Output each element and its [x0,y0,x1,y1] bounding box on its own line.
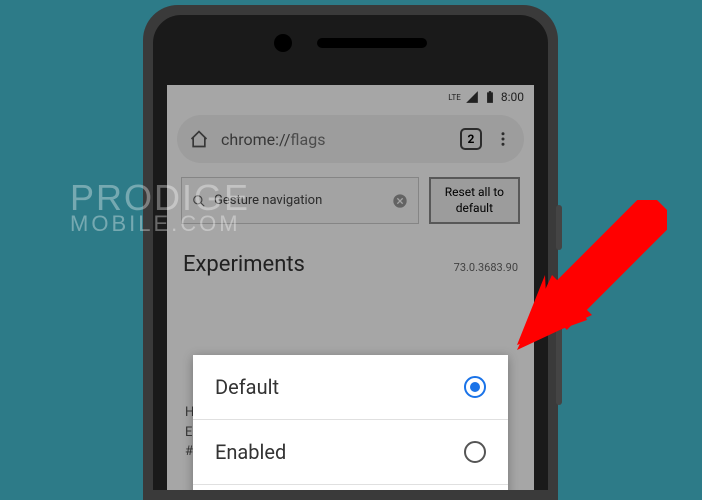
radio-selected-icon [464,376,486,398]
option-default[interactable]: Default [193,355,508,420]
option-label: Enabled [215,440,286,464]
side-button-2 [556,315,562,405]
option-label: Default [215,375,279,399]
option-enabled[interactable]: Enabled [193,420,508,485]
speaker-grille [317,38,427,48]
option-disabled[interactable]: Disabled [193,485,508,490]
side-button-1 [556,205,562,250]
camera-dot [274,34,292,52]
phone-inner: LTE 8:00 chrome://flags 2 Gesture naviga [153,15,548,490]
option-dropdown: Default Enabled Disabled [193,355,508,490]
radio-icon [464,441,486,463]
phone-frame: LTE 8:00 chrome://flags 2 Gesture naviga [143,5,558,500]
phone-screen: LTE 8:00 chrome://flags 2 Gesture naviga [167,85,534,490]
sensor-bar [153,15,548,70]
